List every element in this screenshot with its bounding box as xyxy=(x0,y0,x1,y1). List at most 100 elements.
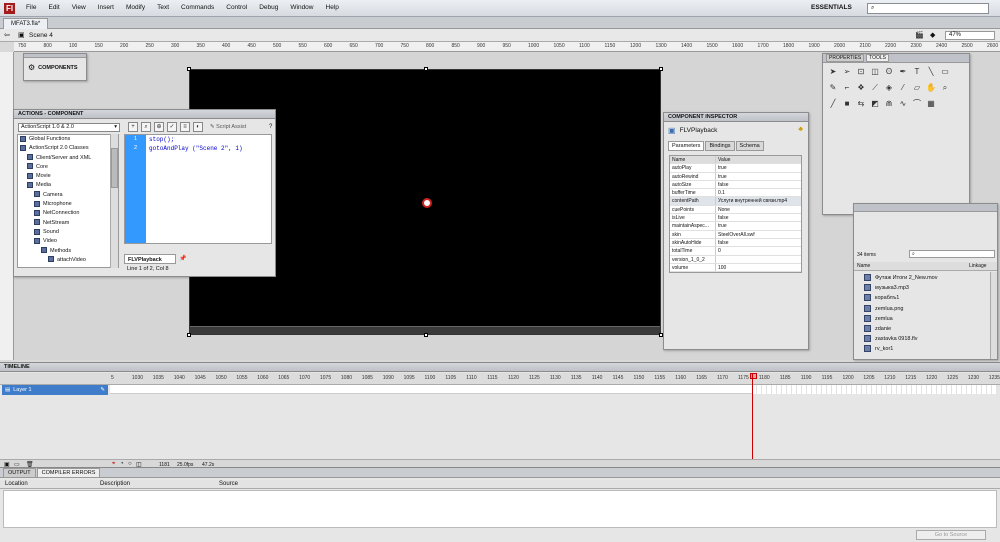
library-item[interactable]: Футаж Итоги 2_New.mov xyxy=(854,273,989,283)
library-linkage-header[interactable]: Linkage xyxy=(969,263,987,269)
parameter-row[interactable]: autoPlay true xyxy=(670,164,801,173)
components-icon[interactable]: ⚙ xyxy=(28,63,35,72)
paint-bucket-icon[interactable]: ◈ xyxy=(884,84,894,94)
playhead-handle[interactable] xyxy=(750,373,757,379)
pen-tool-icon[interactable]: ✒ xyxy=(898,68,908,78)
tab-output[interactable]: OUTPUT xyxy=(3,467,36,478)
fill-color-icon[interactable]: ■ xyxy=(842,100,852,110)
parameter-row[interactable]: bufferTime 0.1 xyxy=(670,189,801,198)
component-help-icon[interactable]: ♣ xyxy=(798,126,803,133)
script-editor[interactable]: 12 stop(); gotoAndPlay ("Scene 2", 1) xyxy=(124,134,272,244)
eraser-icon[interactable]: ▱ xyxy=(912,84,922,94)
parameter-value[interactable]: true xyxy=(716,164,801,171)
eyedropper-icon[interactable]: ⁄ xyxy=(898,84,908,94)
library-item[interactable]: zemlua xyxy=(854,314,989,324)
library-search-input[interactable]: ⌕ xyxy=(909,250,995,258)
parameter-row[interactable]: autoSize false xyxy=(670,180,801,190)
gradient-transform-icon[interactable]: ◫ xyxy=(870,68,880,78)
menu-item-debug[interactable]: Debug xyxy=(259,4,278,11)
parameter-value[interactable]: SteelOverAll.swf xyxy=(716,231,801,238)
target-icon[interactable]: ⊕ xyxy=(154,122,164,132)
playhead[interactable] xyxy=(752,373,753,461)
swap-colors-icon[interactable]: ⇆ xyxy=(856,100,866,110)
menu-item-file[interactable]: File xyxy=(26,4,36,11)
frame-ruler[interactable]: 5 1030 1035 1040 1045 1050 1055 1060 1065 1070 107… xyxy=(0,373,1000,385)
free-transform-icon[interactable]: ⊡ xyxy=(856,68,866,78)
parameters-table[interactable]: Name Value autoPlay true autoRewind true autoS… xyxy=(669,155,802,274)
selection-tool-icon[interactable]: ➤ xyxy=(828,68,838,78)
source-column[interactable]: Source xyxy=(219,481,238,487)
code-line[interactable]: gotoAndPlay ("Scene 2", 1) xyxy=(149,145,243,152)
stroke-color-icon[interactable]: ╱ xyxy=(828,100,838,110)
find-icon[interactable]: ⌕ xyxy=(141,122,151,132)
actionscript-version-select[interactable]: ActionScript 1.0 & 2.0 ▾ xyxy=(18,123,120,132)
text-tool-icon[interactable]: T xyxy=(912,68,922,78)
menu-item-text[interactable]: Text xyxy=(157,4,169,11)
deco-tool-icon[interactable]: ❖ xyxy=(856,84,866,94)
tree-item[interactable]: NetConnection xyxy=(18,209,118,218)
library-name-header[interactable]: Name xyxy=(854,263,969,269)
selection-handle[interactable] xyxy=(187,333,191,337)
tree-item[interactable]: Sound xyxy=(18,228,118,237)
back-arrow-icon[interactable]: ⇦ xyxy=(4,31,10,39)
tab-bindings[interactable]: Bindings xyxy=(705,141,735,151)
tree-item[interactable]: NetStream xyxy=(18,219,118,228)
parameter-value[interactable]: false xyxy=(716,214,801,221)
menu-item-insert[interactable]: Insert xyxy=(98,4,114,11)
menu-item-help[interactable]: Help xyxy=(326,4,339,11)
workspace-switcher[interactable]: ESSENTIALS xyxy=(811,4,852,11)
parameter-value[interactable]: false xyxy=(716,239,801,246)
errors-list[interactable] xyxy=(3,490,997,528)
check-syntax-icon[interactable]: ✓ xyxy=(167,122,177,132)
parameter-value[interactable]: true xyxy=(716,173,801,180)
lock-fill-icon[interactable]: ▦ xyxy=(926,100,936,110)
parameter-row[interactable]: maintainAspec... true xyxy=(670,222,801,231)
empty-frames[interactable] xyxy=(752,385,997,394)
library-item[interactable]: zastavka 0918.flv xyxy=(854,334,989,344)
snap-icon[interactable]: ⋒ xyxy=(884,100,894,110)
tree-item[interactable]: Microphone xyxy=(18,200,118,209)
menu-item-commands[interactable]: Commands xyxy=(181,4,214,11)
script-tab-flvplayback[interactable]: FLVPlayback xyxy=(124,254,176,264)
tab-tools[interactable]: TOOLS xyxy=(866,54,889,62)
help-search-input[interactable]: ⌕ xyxy=(867,3,989,14)
location-column[interactable]: Location xyxy=(5,481,28,487)
parameter-value[interactable]: Услуги внутренней связи.mp4 xyxy=(716,197,801,204)
library-item[interactable]: кораблъ1 xyxy=(854,293,989,303)
parameter-value[interactable]: false xyxy=(716,181,801,188)
code-hint-icon[interactable]: ◐ xyxy=(193,122,203,132)
lasso-icon[interactable]: ʘ xyxy=(884,68,894,78)
description-column[interactable]: Description xyxy=(100,481,130,487)
parameter-row[interactable]: volume 100 xyxy=(670,263,801,273)
menu-item-control[interactable]: Control xyxy=(226,4,247,11)
selection-handle[interactable] xyxy=(659,67,663,71)
tree-item[interactable]: Movie xyxy=(18,172,118,181)
library-item[interactable]: zemlua.png xyxy=(854,304,989,314)
go-to-source-button[interactable]: Go to Source xyxy=(916,530,986,540)
auto-format-icon[interactable]: ≡ xyxy=(180,122,190,132)
library-item[interactable]: rv_kor1 xyxy=(854,344,989,354)
parameter-value[interactable]: 0 xyxy=(716,247,801,254)
selection-handle[interactable] xyxy=(424,333,428,337)
smooth-icon[interactable]: ∿ xyxy=(898,100,908,110)
tree-item[interactable]: Global Functions xyxy=(18,135,118,144)
tab-properties[interactable]: PROPERTIES xyxy=(826,54,865,62)
black-white-icon[interactable]: ◩ xyxy=(870,100,880,110)
parameter-row[interactable]: cuePoints None xyxy=(670,205,801,215)
selection-handle[interactable] xyxy=(424,67,428,71)
layer-name[interactable]: Layer 1 xyxy=(13,387,31,393)
menu-item-window[interactable]: Window xyxy=(290,4,313,11)
rectangle-tool-icon[interactable]: ▭ xyxy=(940,68,950,78)
parameter-row[interactable]: version_1_0_2 xyxy=(670,255,801,264)
tab-schema[interactable]: Schema xyxy=(735,141,764,151)
zoom-tool-icon[interactable]: ⌕ xyxy=(940,84,950,94)
help-icon[interactable]: ? xyxy=(269,124,272,130)
tree-item[interactable]: Media xyxy=(18,181,118,190)
document-tab[interactable]: MFAT3.fla* xyxy=(3,18,49,29)
library-scrollbar[interactable] xyxy=(990,272,997,359)
tab-compiler-errors[interactable]: COMPILER ERRORS xyxy=(36,467,101,478)
parameter-value[interactable]: 100 xyxy=(716,264,801,271)
parameter-value[interactable]: 0.1 xyxy=(716,189,801,196)
menu-item-view[interactable]: View xyxy=(72,4,86,11)
tree-item[interactable]: Camera xyxy=(18,191,118,200)
